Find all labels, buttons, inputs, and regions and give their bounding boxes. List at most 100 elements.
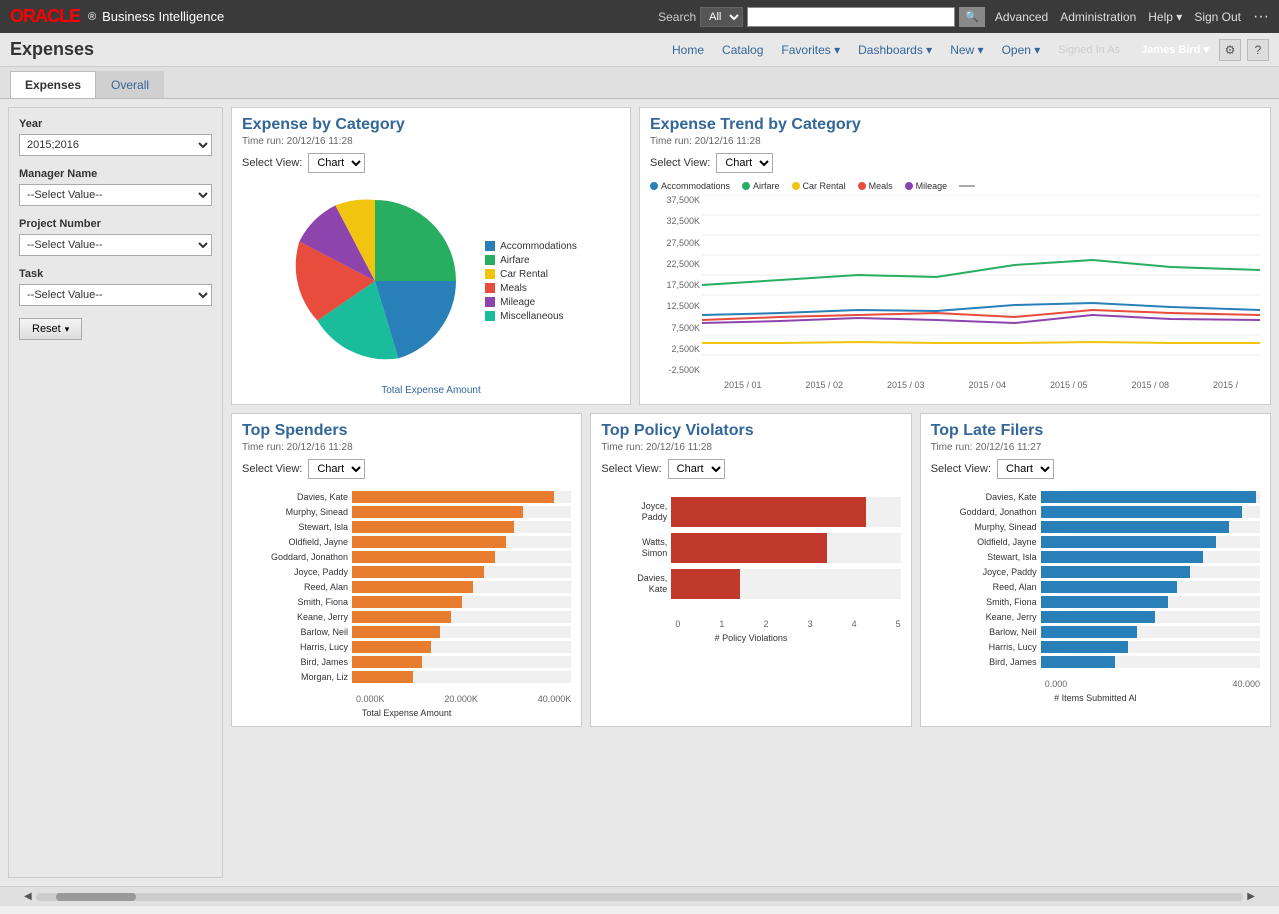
bar-name: Harris, Lucy	[931, 642, 1041, 652]
expense-trend-view-select[interactable]: Chart	[716, 153, 773, 173]
expense-by-category-header: Select View: Chart	[242, 153, 620, 173]
bar-name: Keane, Jerry	[931, 612, 1041, 622]
trend-chart-container: 37,500K 32,500K 27,500K 22,500K 17,500K …	[650, 195, 1260, 390]
top-spenders-view-select[interactable]: Chart	[308, 459, 365, 479]
search-button[interactable]: 🔍	[959, 7, 985, 27]
late-filer-row: Stewart, Isla	[931, 551, 1260, 563]
trend-chart-svg-area: 2015 / 01 2015 / 02 2015 / 03 2015 / 04 …	[702, 195, 1260, 390]
late-filer-row: Murphy, Sinead	[931, 521, 1260, 533]
new-link[interactable]: New ▾	[950, 43, 983, 57]
bar-fill	[352, 656, 422, 668]
home-link[interactable]: Home	[672, 43, 704, 57]
scroll-thumb[interactable]	[56, 893, 136, 901]
bar-name: Reed, Alan	[242, 582, 352, 592]
select-view-label-4: Select View:	[601, 463, 661, 475]
task-select[interactable]: --Select Value--	[19, 284, 212, 306]
help-icon[interactable]: ?	[1247, 39, 1269, 61]
bar-name: Goddard, Jonathon	[242, 552, 352, 562]
policy-x-label: # Policy Violations	[601, 633, 900, 643]
bar-fill	[352, 671, 413, 683]
scroll-right-arrow[interactable]: ▶	[1243, 891, 1259, 902]
year-label: Year	[19, 118, 212, 130]
policy-row-davies: Davies,Kate	[601, 569, 900, 599]
bar-fill	[1041, 491, 1256, 503]
bar-name: Harris, Lucy	[242, 642, 352, 652]
pie-chart-area: Accommodations Airfare Car Rental M	[242, 181, 620, 381]
top-nav-links: Advanced Administration Help ▾ Sign Out …	[995, 8, 1269, 26]
bar-outer	[1041, 536, 1260, 548]
bar-outer	[352, 506, 571, 518]
bar-name: Morgan, Liz	[242, 672, 352, 682]
top-spenders-x-axis: 0.000K 20.000K 40.000K	[242, 694, 571, 704]
bar-name: Bird, James	[931, 657, 1041, 667]
top-policy-view-select[interactable]: Chart	[668, 459, 725, 479]
signed-in-user[interactable]: James Bird ▾	[1141, 43, 1209, 56]
late-filer-row: Reed, Alan	[931, 581, 1260, 593]
top-late-filers-time: Time run: 20/12/16 11:27	[931, 442, 1260, 453]
advanced-link[interactable]: Advanced	[995, 10, 1048, 24]
project-select[interactable]: --Select Value--	[19, 234, 212, 256]
year-select[interactable]: 2015;2016	[19, 134, 212, 156]
top-late-filers-view-select[interactable]: Chart	[997, 459, 1054, 479]
expense-category-view-select[interactable]: Chart	[308, 153, 365, 173]
bar-outer	[352, 671, 571, 683]
bar-name: Davies, Kate	[242, 492, 352, 502]
open-link[interactable]: Open ▾	[1002, 43, 1041, 57]
airfare-color	[485, 255, 495, 265]
trend-legend: Accommodations Airfare Car Rental Meals	[650, 181, 1260, 191]
late-filer-row: Barlow, Neil	[931, 626, 1260, 638]
bar-outer	[352, 551, 571, 563]
manager-select[interactable]: --Select Value--	[19, 184, 212, 206]
bar-name: Murphy, Sinead	[242, 507, 352, 517]
late-filer-row: Keane, Jerry	[931, 611, 1260, 623]
top-spenders-time: Time run: 20/12/16 11:28	[242, 442, 571, 453]
bar-fill	[1041, 641, 1129, 653]
favorites-link[interactable]: Favorites ▾	[781, 43, 840, 57]
bar-fill	[352, 491, 554, 503]
administration-link[interactable]: Administration	[1060, 10, 1136, 24]
late-filer-row: Oldfield, Jayne	[931, 536, 1260, 548]
late-filer-row: Davies, Kate	[931, 491, 1260, 503]
year-filter-group: Year 2015;2016	[19, 118, 212, 156]
bar-outer	[1041, 596, 1260, 608]
late-filer-row: Smith, Fiona	[931, 596, 1260, 608]
bar-name: Joyce, Paddy	[242, 567, 352, 577]
bar-name: Joyce, Paddy	[931, 567, 1041, 577]
bar-name: Goddard, Jonathon	[931, 507, 1041, 517]
bar-fill	[1041, 506, 1243, 518]
tab-overall[interactable]: Overall	[96, 71, 164, 98]
bar-outer	[352, 491, 571, 503]
top-policy-violators-time: Time run: 20/12/16 11:28	[601, 442, 900, 453]
pie-chart	[285, 191, 465, 371]
scroll-left-arrow[interactable]: ◀	[20, 891, 36, 902]
settings-icon[interactable]: ⚙	[1219, 39, 1241, 61]
bar-outer	[352, 611, 571, 623]
help-link[interactable]: Help ▾	[1148, 10, 1182, 24]
bar-fill	[1041, 596, 1168, 608]
search-input[interactable]	[747, 7, 955, 27]
filters-panel: Year 2015;2016 Manager Name --Select Val…	[8, 107, 223, 878]
bar-outer	[352, 536, 571, 548]
second-navigation: Expenses Home Catalog Favorites ▾ Dashbo…	[0, 33, 1279, 67]
dashboards-link[interactable]: Dashboards ▾	[858, 43, 932, 57]
search-scope-select[interactable]: All	[700, 7, 743, 27]
late-filer-row: Joyce, Paddy	[931, 566, 1260, 578]
charts-area: Expense by Category Time run: 20/12/16 1…	[231, 107, 1271, 878]
tab-expenses[interactable]: Expenses	[10, 71, 96, 98]
top-spender-row: Joyce, Paddy	[242, 566, 571, 578]
bar-name: Smith, Fiona	[931, 597, 1041, 607]
nav-icon-buttons: ⚙ ?	[1219, 39, 1269, 61]
bar-name: Oldfield, Jayne	[931, 537, 1041, 547]
miscellaneous-color	[485, 311, 495, 321]
more-options-icon[interactable]: ···	[1253, 8, 1269, 26]
reset-button[interactable]: Reset ▾	[19, 318, 82, 340]
scroll-track[interactable]	[36, 893, 1244, 901]
signout-link[interactable]: Sign Out	[1194, 10, 1241, 24]
bar-name: Reed, Alan	[931, 582, 1041, 592]
policy-row-joyce: Joyce,Paddy	[601, 497, 900, 527]
bar-fill	[352, 536, 506, 548]
bar-name: Oldfield, Jayne	[242, 537, 352, 547]
expense-trend-time: Time run: 20/12/16 11:28	[650, 136, 1260, 147]
top-policy-violators-header: Select View: Chart	[601, 459, 900, 479]
catalog-link[interactable]: Catalog	[722, 43, 763, 57]
